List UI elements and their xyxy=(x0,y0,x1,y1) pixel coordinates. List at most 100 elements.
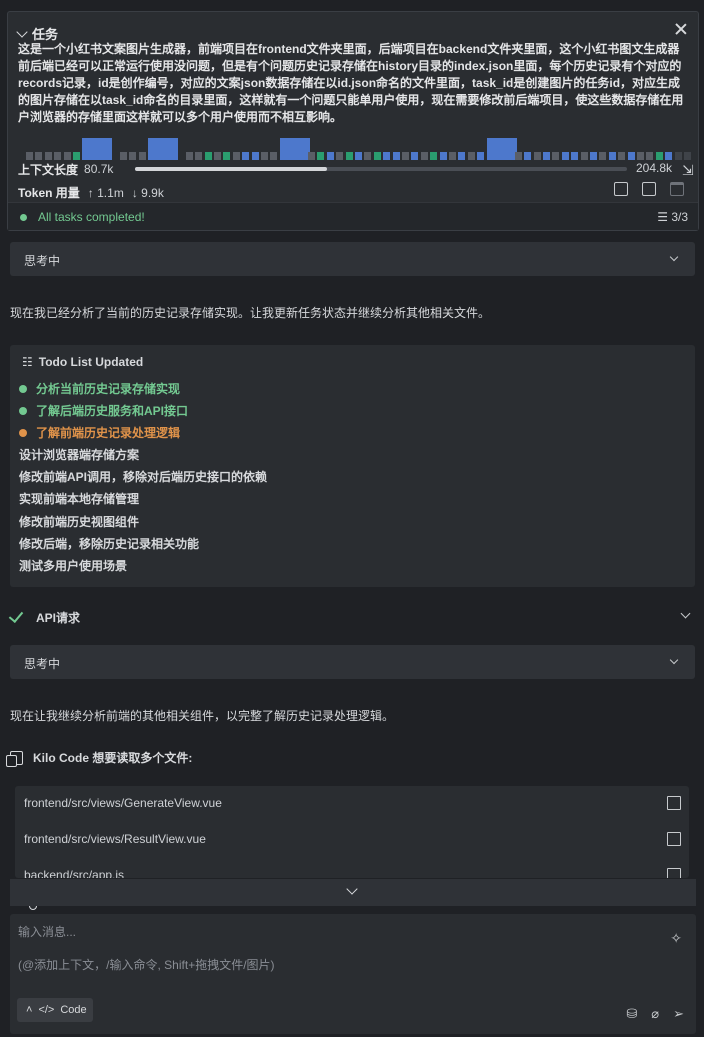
todo-item-label: 实现前端本地存储管理 xyxy=(19,492,140,506)
context-bar xyxy=(420,152,428,160)
context-bar xyxy=(599,152,607,160)
chevron-down-icon[interactable] xyxy=(680,608,691,619)
task-description: 这是一个小红书文案图片生成器，前端项目在frontend文件夹里面，后端项目在b… xyxy=(18,42,684,124)
context-bar xyxy=(373,152,381,160)
database-icon[interactable]: ⛁ xyxy=(626,1006,637,1022)
context-bar xyxy=(82,138,113,160)
context-bar xyxy=(63,152,71,160)
file-path[interactable]: backend/src/app.js xyxy=(24,868,124,878)
todo-item-label: 修改前端API调用，移除对后端历史接口的依赖 xyxy=(19,470,268,484)
todo-item: 设计浏览器端存储方案 xyxy=(19,446,140,799)
open-external-icon[interactable] xyxy=(667,796,681,810)
context-bar xyxy=(402,152,409,160)
todo-item: 修改前端API调用，移除对后端历史接口的依赖 xyxy=(19,468,268,821)
assistant-message: 现在我已经分析了当前的历史记录存储实现。让我更新任务状态并继续分析其他相关文件。 xyxy=(10,306,491,320)
context-bar xyxy=(477,152,485,160)
context-bar xyxy=(608,152,616,160)
context-bar xyxy=(458,152,466,160)
condense-context-icon[interactable]: ⇲ xyxy=(682,162,694,179)
context-bar xyxy=(26,152,33,160)
context-bar xyxy=(148,138,179,160)
close-icon[interactable] xyxy=(674,22,688,36)
api-request-row[interactable]: API请求 xyxy=(8,606,695,626)
chevron-down-icon[interactable] xyxy=(669,252,679,262)
export-icon[interactable] xyxy=(614,182,628,196)
context-bar xyxy=(637,152,644,160)
context-bar xyxy=(35,152,43,160)
todo-item-label: 修改后端，移除历史记录相关功能 xyxy=(19,537,200,551)
context-bar xyxy=(665,152,673,160)
todo-item-label: 设计浏览器端存储方案 xyxy=(19,448,140,462)
read-files-title: Kilo Code 想要读取多个文件: xyxy=(33,751,193,765)
context-bar xyxy=(439,152,447,160)
context-bar xyxy=(242,152,250,160)
copy-icon[interactable] xyxy=(642,182,656,196)
context-bar xyxy=(552,152,560,160)
context-bar xyxy=(364,152,372,160)
file-list: frontend/src/views/GenerateView.vue fron… xyxy=(15,786,689,878)
context-bar xyxy=(44,152,52,160)
task-status-bar[interactable]: All tasks completed! ☰ 3/3 xyxy=(8,202,698,230)
context-used-value: 80.7k xyxy=(84,162,114,176)
todo-item: 分析当前历史记录存储实现 xyxy=(19,380,180,397)
thinking-block[interactable]: 思考中 xyxy=(10,645,695,679)
enhance-prompt-icon[interactable]: ✧ xyxy=(670,930,682,947)
context-bar xyxy=(655,152,663,160)
context-bar xyxy=(514,152,522,160)
context-bar xyxy=(627,152,635,160)
send-icon[interactable]: ➢ xyxy=(673,1006,684,1022)
open-external-icon[interactable] xyxy=(667,868,681,878)
todo-header: ☷ Todo List Updated xyxy=(22,355,143,369)
status-count-value: 3/3 xyxy=(671,210,688,224)
context-bar xyxy=(430,152,438,160)
context-bar xyxy=(204,152,212,160)
context-bar xyxy=(646,152,654,160)
context-bar xyxy=(308,152,315,160)
chevron-down-icon[interactable] xyxy=(669,655,679,665)
context-bar xyxy=(543,152,550,160)
chevron-down-icon[interactable] xyxy=(346,883,358,895)
chevron-up-icon: ˄ xyxy=(26,1004,33,1016)
context-bar xyxy=(524,152,532,160)
scroll-to-bottom-button[interactable] xyxy=(10,879,696,906)
todo-item: 测试多用户使用场景 xyxy=(19,557,127,910)
context-bar xyxy=(561,152,569,160)
context-bar xyxy=(571,152,579,160)
context-bar xyxy=(129,152,137,160)
chat-input-area[interactable]: 输入消息... (@添加上下文，/输入命令, Shift+拖拽文件/图片) ✧ … xyxy=(10,914,696,1034)
context-bar xyxy=(533,152,541,160)
context-bar xyxy=(580,152,588,160)
open-external-icon[interactable] xyxy=(667,832,681,846)
code-icon: </> xyxy=(38,1004,55,1016)
context-bar xyxy=(449,152,456,160)
task-panel: 任务 这是一个小红书文案图片生成器，前端项目在frontend文件夹里面，后端项… xyxy=(7,11,699,231)
chevron-down-icon[interactable] xyxy=(16,26,28,38)
thinking-label: 思考中 xyxy=(24,254,61,268)
context-bar xyxy=(467,152,475,160)
todo-item-label: 修改前端历史视图组件 xyxy=(19,515,140,529)
todo-item: 实现前端本地存储管理 xyxy=(19,490,140,843)
message-input[interactable]: 输入消息... xyxy=(18,923,76,940)
context-bar xyxy=(73,152,80,160)
file-path[interactable]: frontend/src/views/ResultView.vue xyxy=(24,832,206,846)
mode-selector[interactable]: ˄ </> Code xyxy=(17,998,93,1022)
attach-icon[interactable]: ⌀ xyxy=(651,1006,659,1022)
context-bar xyxy=(486,138,517,160)
context-length-label: 上下文长度 xyxy=(18,162,79,177)
tokens-up-value: ↑ 1.1m xyxy=(87,185,124,200)
assistant-message: 现在让我继续分析前端的其他相关组件，以完整了解历史记录处理逻辑。 xyxy=(10,709,395,723)
file-path[interactable]: frontend/src/views/GenerateView.vue xyxy=(24,796,222,810)
checklist-icon: ☷ xyxy=(22,355,33,369)
trash-icon[interactable] xyxy=(670,182,684,196)
todo-item-label: 了解前端历史记录处理逻辑 xyxy=(36,426,181,440)
context-bar xyxy=(270,152,278,160)
context-progress-fill xyxy=(135,167,327,171)
todo-title: Todo List Updated xyxy=(38,355,144,369)
thinking-block[interactable]: 思考中 xyxy=(10,242,695,276)
context-window-bars xyxy=(26,137,691,160)
token-usage-row: Token 用量 ↑ 1.1m ↓ 9.9k xyxy=(18,184,172,201)
context-bar xyxy=(261,152,268,160)
todo-item-label: 了解后端历史服务和API接口 xyxy=(36,404,189,418)
todo-list-panel: ☷ Todo List Updated 分析当前历史记录存储实现 了解后端历史服… xyxy=(10,345,695,910)
input-hint: (@添加上下文，/输入命令, Shift+拖拽文件/图片) xyxy=(18,958,275,972)
